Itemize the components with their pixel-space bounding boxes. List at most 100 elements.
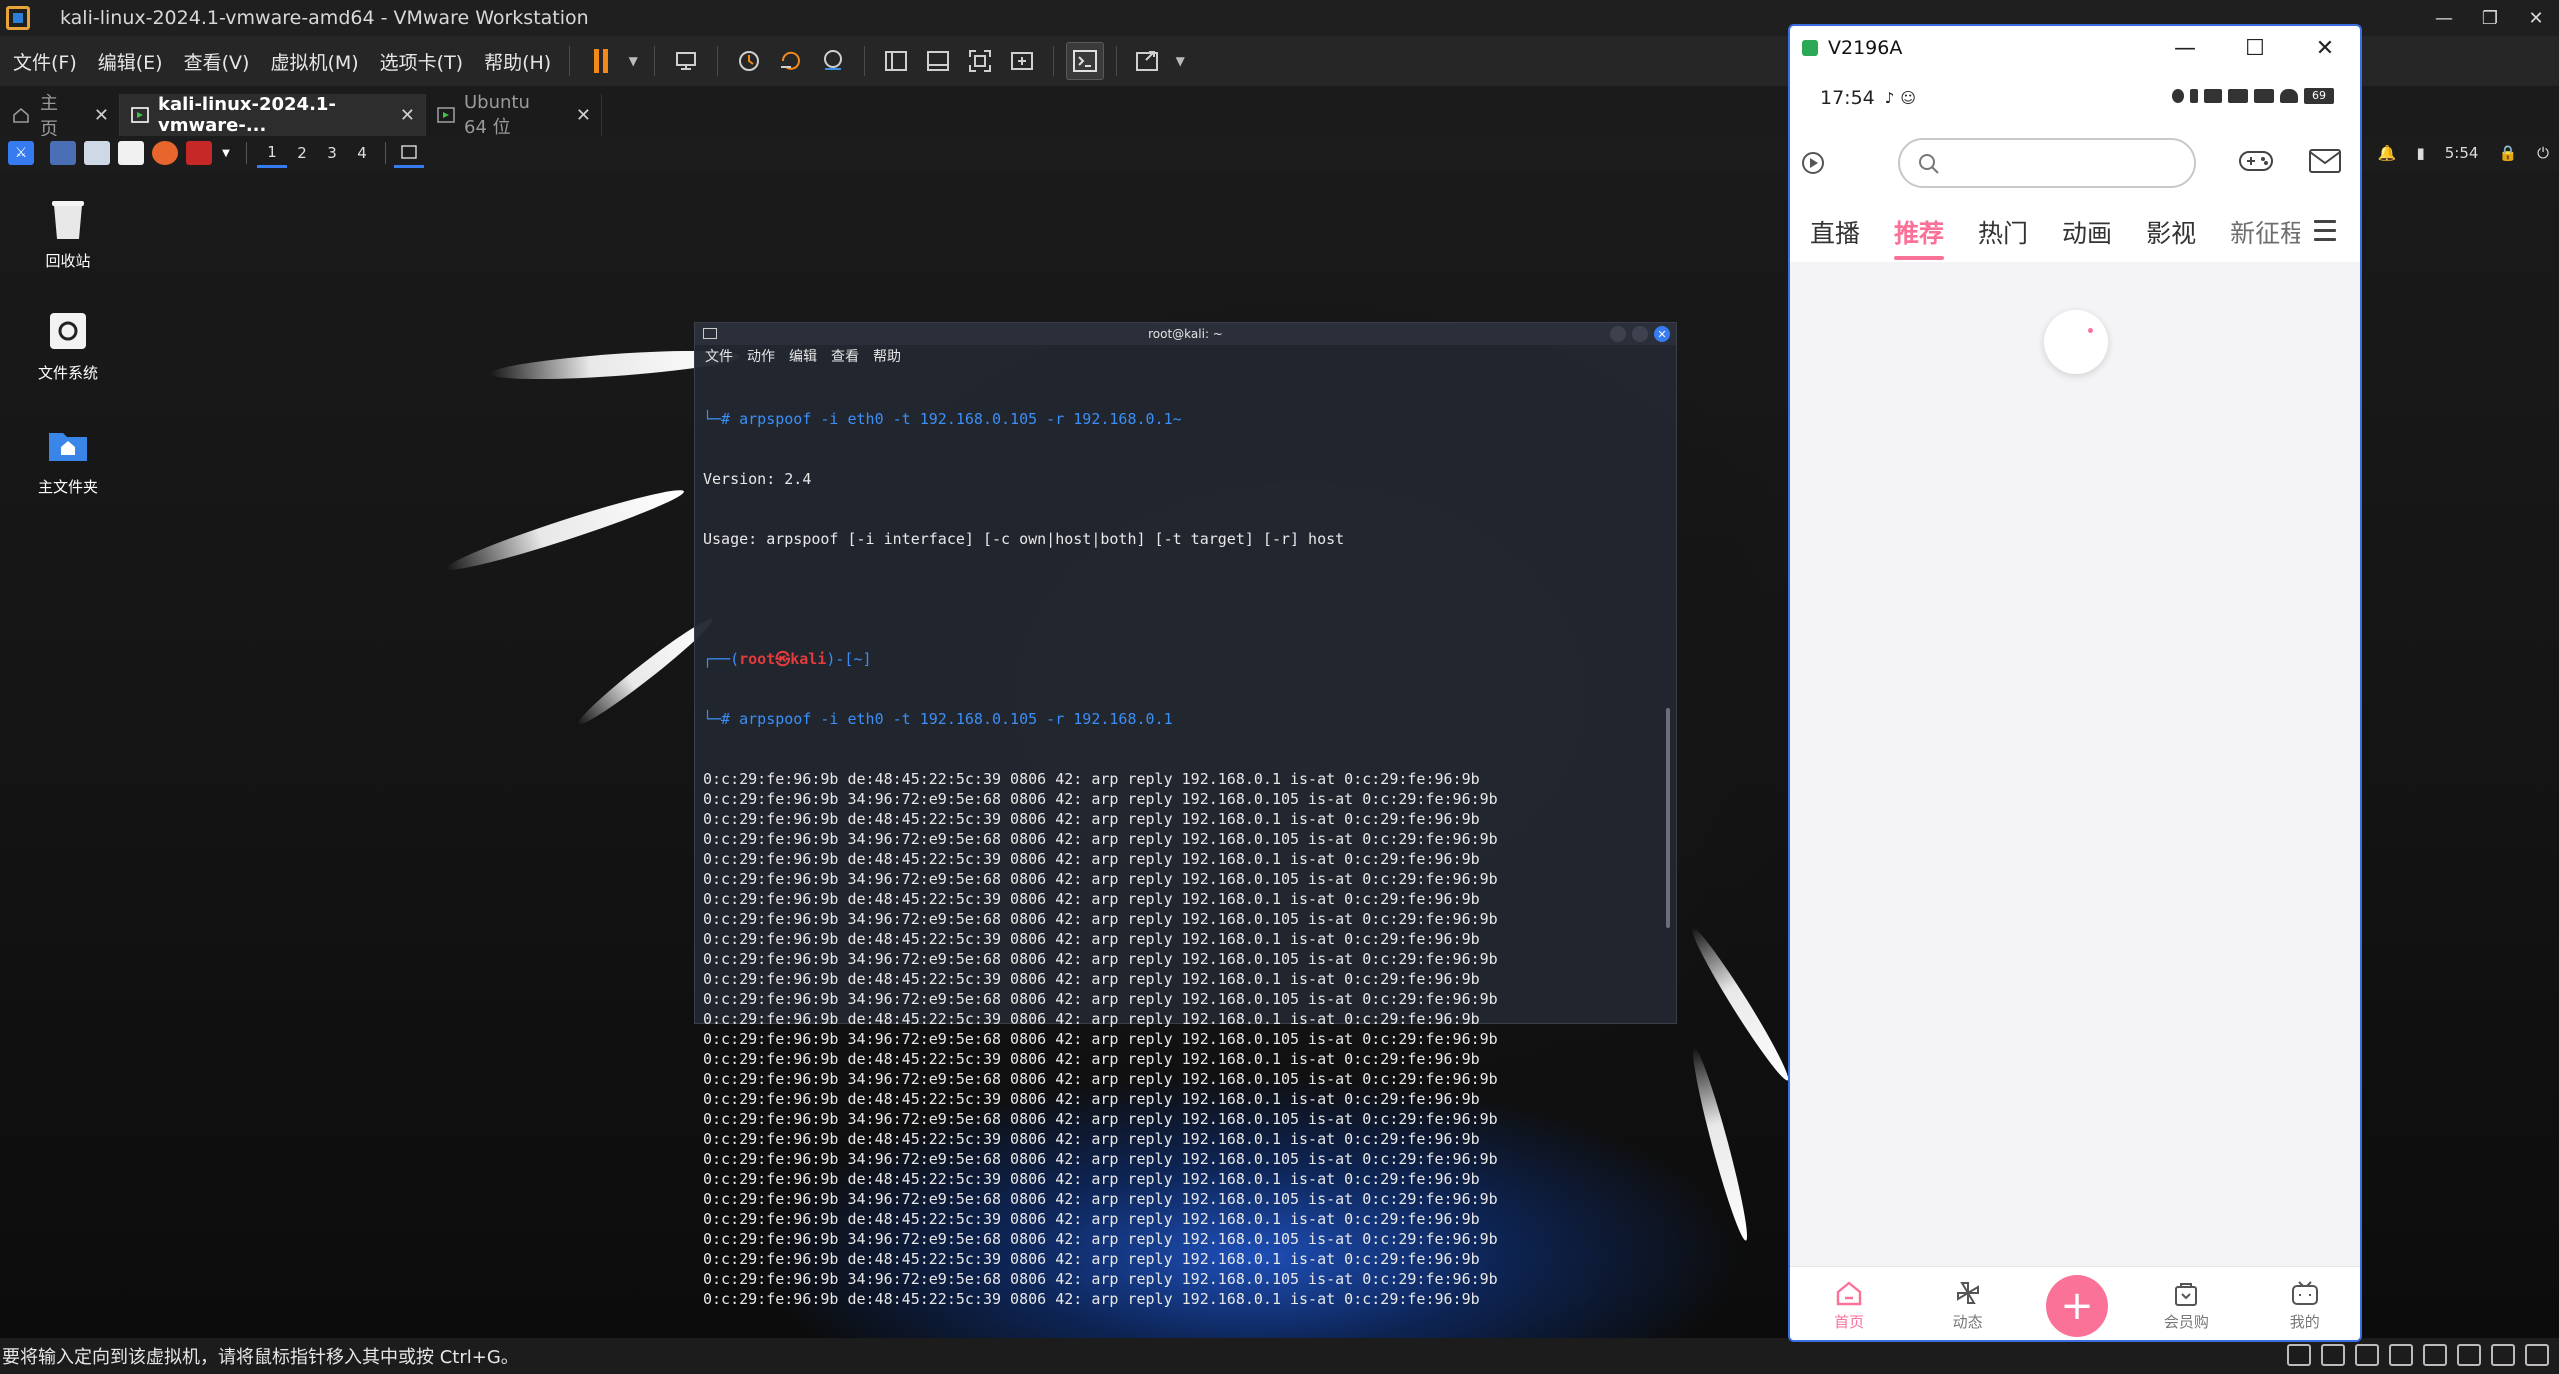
terminal-menu-view[interactable]: 查看 <box>831 346 859 366</box>
terminal-launcher-icon[interactable] <box>186 141 212 165</box>
menu-vm[interactable]: 虚拟机(M) <box>262 36 366 86</box>
phone-maximize-button[interactable]: ☐ <box>2220 26 2290 70</box>
menu-edit[interactable]: 编辑(E) <box>90 36 171 86</box>
desktop-icon-label: 回收站 <box>45 252 91 270</box>
tab-kali[interactable]: kali-linux-2024.1-vmware-... ✕ <box>120 94 426 136</box>
phone-time: 17:54 <box>1820 87 1875 109</box>
output-line: Usage: arpspoof [-i interface] [-c own|h… <box>703 530 1345 548</box>
taskbar-terminal-icon[interactable] <box>394 138 424 168</box>
minimize-button[interactable]: — <box>2421 0 2467 36</box>
revert-snapshot-icon[interactable] <box>772 42 810 80</box>
thumbnail-bar-icon[interactable] <box>919 42 957 80</box>
panel-clock[interactable]: 5:54 <box>2445 144 2479 162</box>
terminal-menu-help[interactable]: 帮助 <box>873 346 901 366</box>
close-tab-icon[interactable]: ✕ <box>400 105 415 126</box>
mail-icon[interactable] <box>2308 148 2342 178</box>
tab-live[interactable]: 直播 <box>1810 214 1860 250</box>
cd-drive-icon[interactable] <box>2355 1344 2379 1366</box>
tab-movies[interactable]: 影视 <box>2146 214 2196 250</box>
phone-minimize-button[interactable]: — <box>2150 26 2220 70</box>
workspace-2[interactable]: 2 <box>287 138 317 168</box>
sound-icon[interactable] <box>2389 1344 2413 1366</box>
terminal-menu-edit[interactable]: 编辑 <box>789 346 817 366</box>
desktop-icon-home[interactable]: 主文件夹 <box>18 422 118 497</box>
snapshot-icon[interactable] <box>730 42 768 80</box>
arp-reply-line: 0:c:29:fe:96:9b de:48:45:22:5c:39 0806 4… <box>703 970 1480 988</box>
menu-file[interactable]: 文件(F) <box>5 36 85 86</box>
stretch-view-icon[interactable] <box>1129 42 1167 80</box>
terminal-menu-action[interactable]: 动作 <box>747 346 775 366</box>
network-icon[interactable] <box>2321 1344 2345 1366</box>
workspace-3[interactable]: 3 <box>317 138 347 168</box>
launcher-dropdown-icon[interactable]: ▼ <box>220 141 232 165</box>
alarm-icon <box>2172 89 2184 103</box>
nav-mine[interactable]: 我的 <box>2265 1279 2345 1332</box>
phone-titlebar[interactable]: V2196A — ☐ ✕ <box>1790 26 2360 70</box>
send-ctrl-alt-del-icon[interactable] <box>667 42 705 80</box>
workspace-4[interactable]: 4 <box>347 138 377 168</box>
terminal-menu-file[interactable]: 文件 <box>705 346 733 366</box>
camera-icon[interactable] <box>2457 1344 2481 1366</box>
terminal-maximize-button[interactable] <box>1632 326 1648 342</box>
menu-view[interactable]: 查看(V) <box>176 36 258 86</box>
arp-reply-line: 0:c:29:fe:96:9b de:48:45:22:5c:39 0806 4… <box>703 1210 1480 1228</box>
gamepad-icon[interactable] <box>2238 146 2274 180</box>
close-button[interactable]: ✕ <box>2513 0 2559 36</box>
desktop-icon-trash[interactable]: 回收站 <box>18 196 118 271</box>
notification-bell-icon[interactable]: 🔔 <box>2378 144 2397 162</box>
nav-member-shop[interactable]: 会员购 <box>2146 1279 2226 1332</box>
firefox-icon[interactable] <box>152 141 178 165</box>
search-input[interactable] <box>1898 138 2196 188</box>
tab-new-journey[interactable]: 新征程 <box>2230 214 2300 250</box>
console-view-icon[interactable] <box>1066 42 1105 80</box>
tab-hot[interactable]: 热门 <box>1978 214 2028 250</box>
lock-icon[interactable]: 🔒 <box>2498 144 2517 162</box>
battery-icon[interactable]: ▮ <box>2416 144 2424 162</box>
menu-help[interactable]: 帮助(H) <box>476 36 559 86</box>
phone-close-button[interactable]: ✕ <box>2290 26 2360 70</box>
tab-ubuntu[interactable]: Ubuntu 64 位 ✕ <box>426 92 602 138</box>
terminal-scrollbar[interactable] <box>1666 708 1670 928</box>
play-history-icon[interactable] <box>1800 150 1826 180</box>
phone-window-title: V2196A <box>1828 37 1903 59</box>
nav-dynamic[interactable]: 动态 <box>1928 1279 2008 1332</box>
terminal-window[interactable]: root@kali: ~ ✕ 文件 动作 编辑 查看 帮助 └─# arpspo… <box>694 322 1677 1308</box>
desktop-icon-filesystem[interactable]: 文件系统 <box>18 308 118 383</box>
phone-mirror-window[interactable]: V2196A — ☐ ✕ 17:54 ♪ ☺ 69 直播 推荐 热门 动画 影视… <box>1788 24 2362 1342</box>
restore-button[interactable]: ❐ <box>2467 0 2513 36</box>
unity-icon[interactable] <box>1003 42 1041 80</box>
arp-output-block: 0:c:29:fe:96:9b de:48:45:22:5c:39 0806 4… <box>703 769 1676 1309</box>
terminal-titlebar[interactable]: root@kali: ~ ✕ <box>695 323 1676 345</box>
pause-button[interactable] <box>582 42 620 80</box>
message-log-icon[interactable] <box>2525 1344 2549 1366</box>
text-editor-icon[interactable] <box>118 141 144 165</box>
nav-home[interactable]: 首页 <box>1809 1279 1889 1332</box>
workspace-1[interactable]: 1 <box>257 138 287 168</box>
snapshot-manager-icon[interactable] <box>814 42 852 80</box>
tab-home[interactable]: 主页 ✕ <box>0 93 120 140</box>
feed-content[interactable] <box>1790 262 2360 1266</box>
terminal-output[interactable]: └─# arpspoof -i eth0 -t 192.168.0.105 -r… <box>695 367 1676 1338</box>
tab-anime[interactable]: 动画 <box>2062 214 2112 250</box>
show-library-icon[interactable] <box>877 42 915 80</box>
terminal-close-button[interactable]: ✕ <box>1654 326 1670 342</box>
menu-tabs[interactable]: 选项卡(T) <box>372 36 471 86</box>
fullscreen-icon[interactable] <box>961 42 999 80</box>
category-menu-icon[interactable] <box>2314 220 2336 247</box>
kali-menu-icon[interactable]: ⚔ <box>8 141 34 165</box>
hard-disk-icon[interactable] <box>2287 1344 2311 1366</box>
tab-recommend[interactable]: 推荐 <box>1894 214 1945 260</box>
toolbar-separator <box>569 46 571 76</box>
display-icon[interactable] <box>2491 1344 2515 1366</box>
close-tab-icon[interactable]: ✕ <box>576 105 591 126</box>
terminal-minimize-button[interactable] <box>1610 326 1626 342</box>
show-desktop-icon[interactable] <box>50 141 76 165</box>
stretch-dropdown-icon[interactable]: ▼ <box>1171 42 1189 80</box>
usb-icon[interactable] <box>2423 1344 2447 1366</box>
close-tab-icon[interactable]: ✕ <box>94 105 109 126</box>
power-icon[interactable]: ⏻ <box>2537 144 2549 162</box>
pause-dropdown-icon[interactable]: ▼ <box>624 42 642 80</box>
arp-reply-line: 0:c:29:fe:96:9b 34:96:72:e9:5e:68 0806 4… <box>703 950 1498 968</box>
publish-plus-button[interactable]: + <box>2045 1274 2108 1337</box>
file-manager-icon[interactable] <box>84 141 110 165</box>
